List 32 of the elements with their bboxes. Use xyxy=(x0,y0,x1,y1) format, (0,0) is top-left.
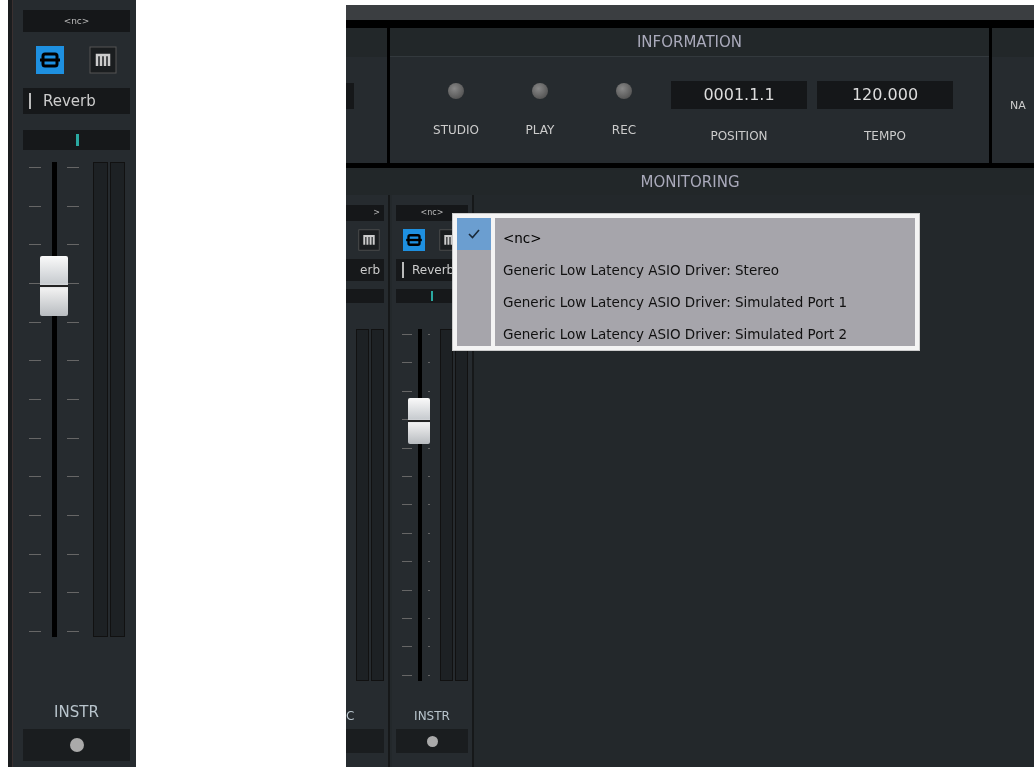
field-label: POSITION xyxy=(710,129,768,143)
monitor-icon[interactable] xyxy=(89,46,118,74)
input-selector[interactable]: <nc> xyxy=(23,10,130,32)
menu-item[interactable]: Generic Low Latency ASIO Driver: Simulated Port 1 xyxy=(495,286,915,318)
input-selector[interactable]: > xyxy=(346,205,384,221)
led-label: REC xyxy=(611,123,637,137)
fader-handle[interactable] xyxy=(408,397,430,444)
section-title: INFORMATION xyxy=(636,33,743,51)
insert-label: Reverb xyxy=(412,263,455,277)
insert-slot[interactable]: erb xyxy=(346,259,384,281)
section-title: MONITORING xyxy=(640,172,740,191)
field-label: NA xyxy=(1010,99,1027,112)
menu-item[interactable]: Generic Low Latency ASIO Driver: Simulated Port 2 xyxy=(495,318,915,350)
channel-name: C xyxy=(346,709,356,723)
field-label: TEMPO xyxy=(864,129,906,143)
menu-item[interactable]: <nc> xyxy=(495,222,915,254)
led-label: PLAY xyxy=(525,123,555,137)
channel-name: INSTR xyxy=(413,709,451,723)
menu-item[interactable]: Generic Low Latency ASIO Driver: Stereo xyxy=(495,254,915,286)
bus-icon[interactable] xyxy=(403,229,425,251)
bus-icon[interactable] xyxy=(35,46,64,74)
channel-name: INSTR xyxy=(53,703,100,721)
value-field xyxy=(346,83,354,109)
pan-slider[interactable] xyxy=(23,130,130,150)
value-field: 120.000 xyxy=(817,81,953,109)
insert-label: Reverb xyxy=(43,92,96,110)
value-field: 0001.1.1 xyxy=(671,81,807,109)
insert-label: erb xyxy=(360,263,380,277)
fader-handle[interactable] xyxy=(40,255,68,316)
insert-slot[interactable]: Reverb xyxy=(23,88,130,114)
led-label: STUDIO xyxy=(433,123,479,137)
monitor-icon[interactable] xyxy=(358,229,380,251)
